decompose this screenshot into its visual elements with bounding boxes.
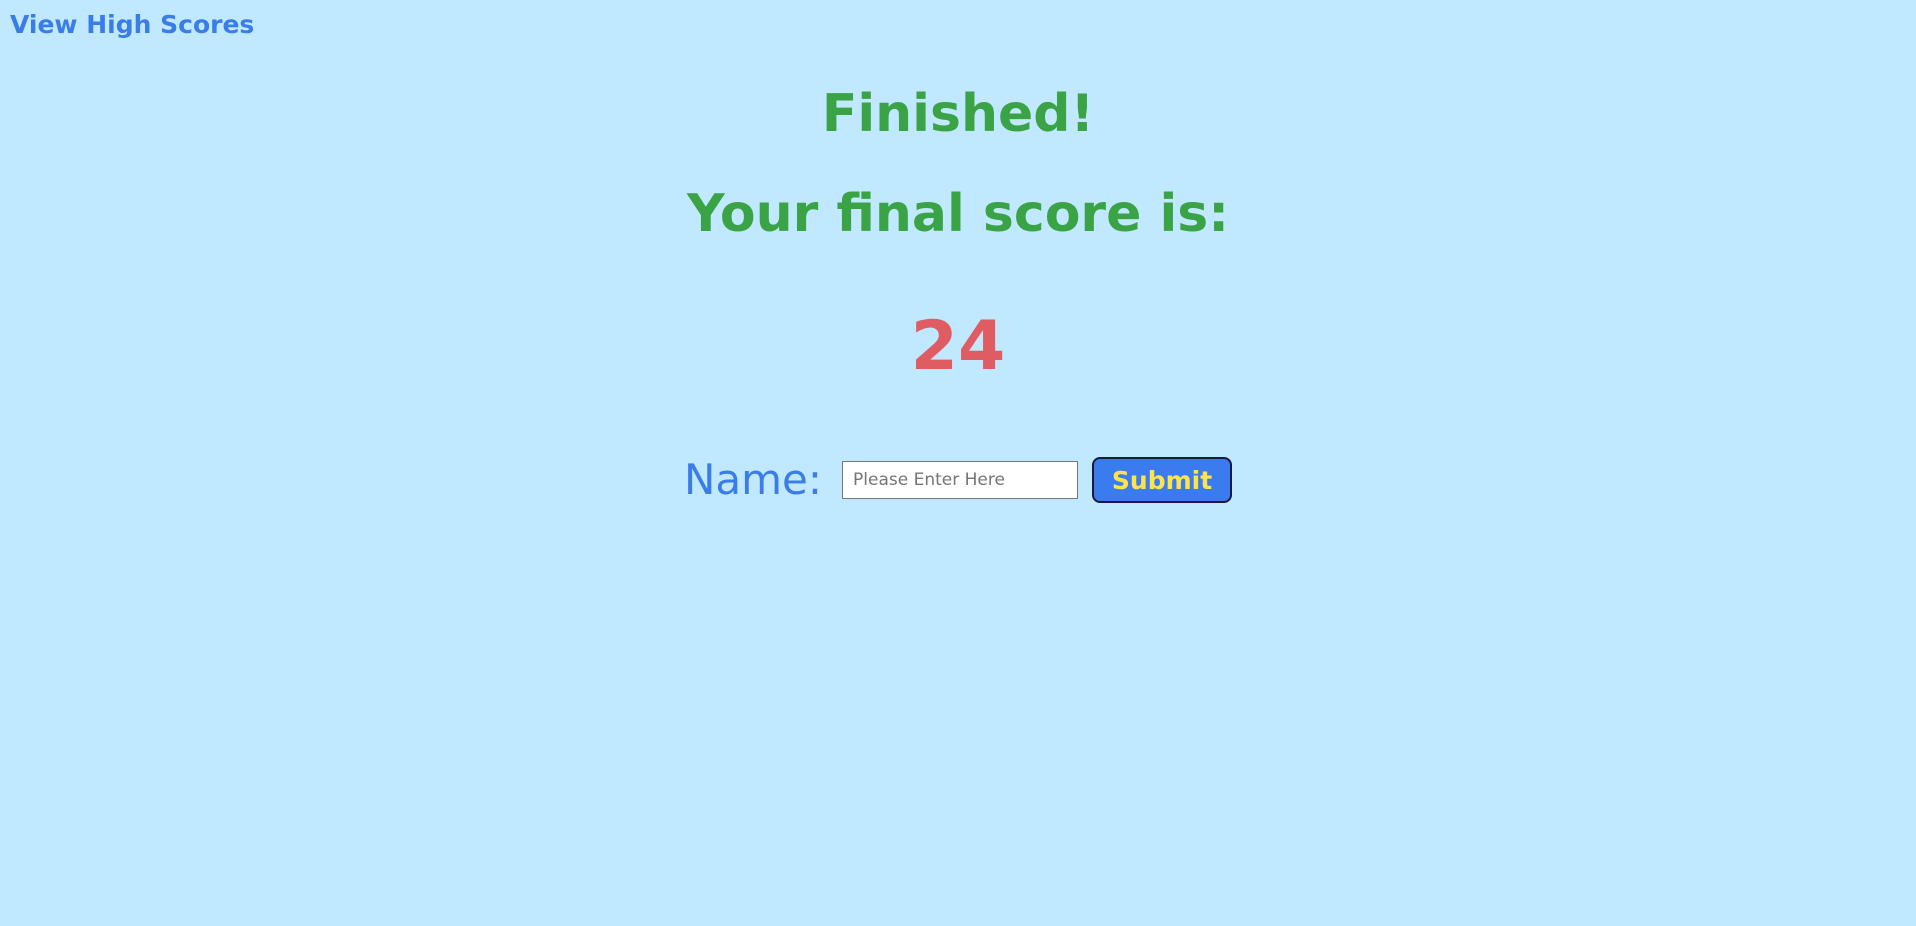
- final-score-value: 24: [910, 307, 1006, 386]
- name-label: Name:: [683, 455, 823, 504]
- submit-button[interactable]: Submit: [1092, 457, 1233, 503]
- view-high-scores-link[interactable]: View High Scores: [10, 8, 254, 42]
- final-score-label: Your final score is:: [686, 184, 1230, 244]
- finished-heading: Finished!: [821, 84, 1095, 144]
- name-entry-form: Name: Submit: [0, 455, 1916, 505]
- name-input[interactable]: [842, 461, 1079, 499]
- name-entry-row: Name: Submit: [683, 455, 1233, 505]
